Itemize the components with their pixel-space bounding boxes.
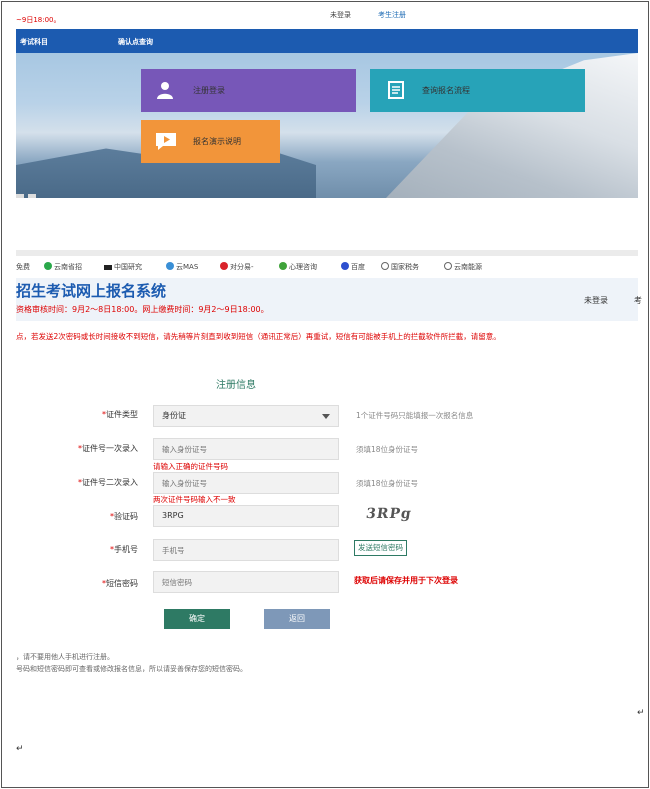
registration-screenshot: 招生考试网上报名系统 资格审核时间：9月2～8日18:00。网上缴费时间：9月2… — [16, 278, 642, 698]
sms-code-input[interactable] — [153, 571, 339, 593]
paw-icon — [341, 262, 349, 270]
top-bar: ~9日18:00。 未登录 考生注册 — [16, 10, 638, 29]
id-second-error: 两次证件号码输入不一致 — [153, 495, 236, 504]
phone-label: *手机号 — [110, 545, 138, 554]
tile-label: 报名演示说明 — [193, 137, 241, 146]
system-title: 招生考试网上报名系统 — [16, 282, 167, 300]
deadline-text: ~9日18:00。 — [16, 16, 61, 24]
save-code-tip: 获取后请保存并用于下次登录 — [354, 576, 458, 585]
id-first-label: *证件号一次录入 — [78, 444, 138, 453]
tile-label: 注册登录 — [193, 86, 225, 95]
system-header: 招生考试网上报名系统 资格审核时间：9月2～8日18:00。网上缴费时间：9月2… — [16, 278, 642, 321]
register-login-tile[interactable]: 注册登录 — [141, 69, 356, 112]
portal-screenshot: ~9日18:00。 未登录 考生注册 考试科目 确认点查询 注册登录 查询报名流… — [16, 10, 638, 198]
register-link[interactable]: 考 — [634, 295, 642, 306]
bookmark-item[interactable]: 云MAS — [166, 262, 198, 272]
video-chat-icon — [155, 131, 176, 151]
chevron-down-icon — [322, 414, 330, 419]
id-first-input[interactable] — [153, 438, 339, 460]
sms-notice: 点，若发送2次密码或长时间接收不到短信，请先稍等片刻直到收到短信（通讯正常后）再… — [16, 332, 501, 341]
bookmark-item[interactable]: 免费 — [16, 262, 30, 272]
footer-note: ，请不要用他人手机进行注册。 — [16, 653, 114, 661]
footer-note: 号码和短信密码即可查看或修改报名信息，所以请妥善保存您的短信密码。 — [16, 665, 247, 673]
bookmark-item[interactable]: 云南能源 — [444, 262, 482, 272]
main-nav: 考试科目 确认点查询 — [16, 29, 638, 53]
divider-band — [16, 250, 638, 256]
nav-confirm-point[interactable]: 确认点查询 — [118, 37, 153, 47]
phone-input[interactable] — [153, 539, 339, 561]
tile-label: 查询报名流程 — [422, 86, 470, 95]
demo-guide-tile[interactable]: 报名演示说明 — [141, 120, 280, 163]
captcha-image[interactable]: 3RPg — [365, 506, 413, 522]
login-status[interactable]: 未登录 — [330, 10, 351, 20]
paragraph-mark: ↵ — [637, 708, 645, 718]
login-status[interactable]: 未登录 — [584, 295, 608, 306]
register-link[interactable]: 考生注册 — [378, 10, 406, 20]
document-list-icon — [386, 80, 406, 100]
carousel-dots[interactable] — [16, 183, 40, 198]
graduation-cap-icon — [104, 265, 112, 270]
globe-icon — [444, 262, 452, 270]
captcha-input[interactable]: 3RPG — [153, 505, 339, 527]
heart-icon — [279, 262, 287, 270]
bookmark-item[interactable]: 对分易- — [220, 262, 254, 272]
schedule-text: 资格审核时间：9月2～8日18:00。网上缴费时间：9月2～9日18:00。 — [16, 305, 269, 314]
send-sms-button[interactable]: 发送短信密码 — [354, 540, 407, 556]
id-type-select[interactable]: 身份证 — [153, 405, 339, 427]
leaf-icon — [44, 262, 52, 270]
bookmark-item[interactable]: 云南省招 — [44, 262, 82, 272]
bookmark-item[interactable]: 百度 — [341, 262, 365, 272]
paragraph-mark: ↵ — [16, 744, 24, 754]
bookmark-item[interactable]: 心理咨询 — [279, 262, 317, 272]
id-second-hint: 须填18位身份证号 — [356, 479, 419, 488]
cloud-icon — [166, 262, 174, 270]
back-button[interactable]: 返回 — [264, 609, 330, 629]
id-type-hint: 1个证件号码只能填报一次报名信息 — [356, 411, 474, 420]
form-title: 注册信息 — [216, 380, 256, 391]
confirm-button[interactable]: 确定 — [164, 609, 230, 629]
id-first-error: 请输入正确的证件号码 — [153, 462, 228, 471]
sms-label: *短信密码 — [102, 579, 138, 588]
bookmarks-bar: 免费 云南省招 中国研究 云MAS 对分易- 心理咨询 百度 国家税务 云南能源 — [16, 260, 638, 274]
user-icon — [155, 80, 175, 100]
id-second-input[interactable] — [153, 472, 339, 494]
id-type-label: *证件类型 — [102, 410, 138, 419]
id-second-label: *证件号二次录入 — [78, 478, 138, 487]
nav-exam-subjects[interactable]: 考试科目 — [20, 37, 48, 47]
query-flow-tile[interactable]: 查询报名流程 — [370, 69, 585, 112]
bookmark-item[interactable]: 中国研究 — [104, 262, 142, 272]
captcha-label: *验证码 — [110, 512, 138, 521]
bookmark-item[interactable]: 国家税务 — [381, 262, 419, 272]
globe-icon — [381, 262, 389, 270]
red-dot-icon — [220, 262, 228, 270]
id-first-hint: 须填18位身份证号 — [356, 445, 419, 454]
